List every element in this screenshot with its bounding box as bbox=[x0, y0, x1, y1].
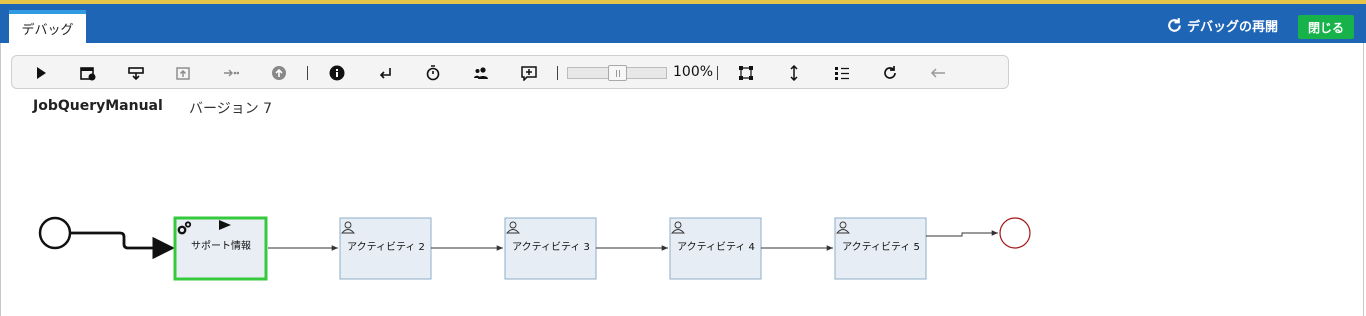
restart-debug-button[interactable]: デバッグの再開 bbox=[1166, 15, 1278, 35]
close-button[interactable]: 閉じる bbox=[1298, 15, 1354, 39]
step-forward-icon[interactable] bbox=[220, 62, 242, 84]
list-icon[interactable] bbox=[831, 62, 853, 84]
restart-debug-label: デバッグの再開 bbox=[1186, 19, 1278, 35]
fit-icon[interactable] bbox=[735, 62, 757, 84]
zoom-slider[interactable] bbox=[567, 65, 667, 81]
task-support-info[interactable]: サポート情報 bbox=[173, 216, 268, 281]
info-icon[interactable] bbox=[326, 62, 348, 84]
step-over-icon[interactable] bbox=[125, 62, 147, 84]
calendar-clock-icon[interactable] bbox=[77, 62, 99, 84]
task-activity-4[interactable]: アクティビティ 4 bbox=[669, 217, 762, 280]
back-arrow-icon[interactable] bbox=[927, 62, 949, 84]
comment-add-icon[interactable] bbox=[518, 62, 540, 84]
process-version: バージョン 7 bbox=[189, 101, 273, 117]
toolbar-separator bbox=[307, 66, 308, 80]
return-icon[interactable] bbox=[374, 62, 396, 84]
task-label: アクティビティ 5 bbox=[842, 241, 920, 253]
task-label: アクティビティ 2 bbox=[347, 241, 425, 253]
task-label: サポート情報 bbox=[191, 239, 251, 252]
tab-debug[interactable]: デバッグ bbox=[9, 10, 86, 43]
end-event[interactable] bbox=[999, 217, 1031, 249]
play-icon[interactable] bbox=[30, 62, 52, 84]
users-icon[interactable] bbox=[470, 62, 492, 84]
process-name: JobQueryManual bbox=[33, 98, 163, 114]
task-activity-3[interactable]: アクティビティ 3 bbox=[504, 217, 597, 280]
step-into-icon[interactable] bbox=[172, 62, 194, 84]
step-out-icon[interactable] bbox=[268, 62, 290, 84]
task-activity-2[interactable]: アクティビティ 2 bbox=[339, 217, 432, 280]
task-label: アクティビティ 3 bbox=[512, 241, 590, 253]
refresh-icon bbox=[1168, 17, 1181, 32]
debug-toolbar: 100% bbox=[11, 55, 1009, 89]
task-activity-5[interactable]: アクティビティ 5 bbox=[834, 217, 927, 280]
toolbar-separator bbox=[557, 66, 558, 80]
toolbar-separator bbox=[717, 66, 718, 80]
timer-icon[interactable] bbox=[422, 62, 444, 84]
zoom-slider-thumb[interactable] bbox=[608, 65, 627, 81]
start-event[interactable] bbox=[38, 216, 72, 250]
refresh-icon[interactable] bbox=[879, 62, 901, 84]
header-bar: デバッグ デバッグの再開 閉じる bbox=[0, 4, 1366, 43]
zoom-level: 100% bbox=[673, 64, 714, 80]
task-label: アクティビティ 4 bbox=[677, 241, 755, 253]
expand-vertical-icon[interactable] bbox=[783, 62, 805, 84]
